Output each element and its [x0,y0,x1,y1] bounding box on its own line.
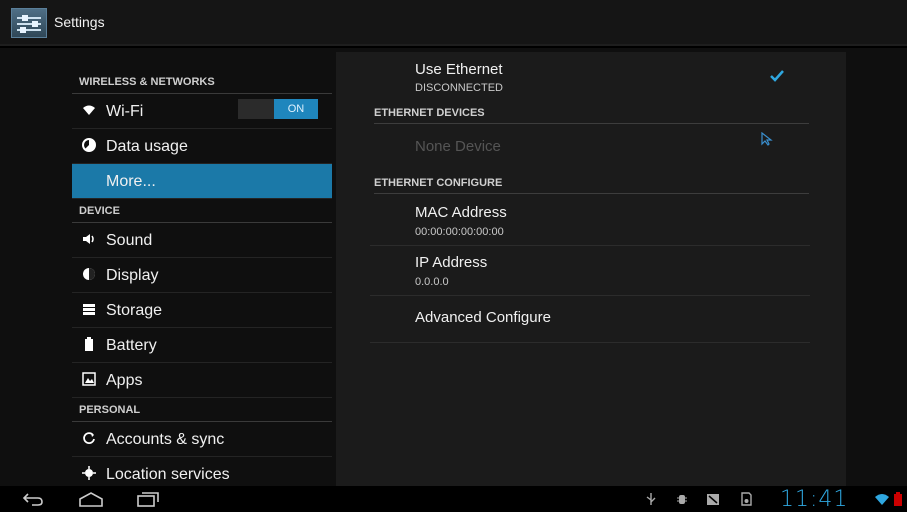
sidebar-item-sound[interactable]: Sound [72,223,332,258]
sidebar-item-label: Apps [106,372,143,389]
ethernet-configure-header: ETHERNET CONFIGURE [374,172,809,194]
sidebar-item-label: More... [106,173,156,190]
recent-apps-icon[interactable] [136,490,160,508]
wifi-toggle[interactable]: ON [238,99,318,119]
debug-icon [676,492,688,506]
sidebar-item-label: Accounts & sync [106,431,225,448]
wifi-icon [82,103,96,117]
none-device-label: None Device [415,138,501,155]
clock[interactable]: 11:41 [780,487,848,512]
back-icon[interactable] [22,490,44,508]
storage-icon [82,302,96,316]
sidebar-item-more[interactable]: More... [72,164,332,199]
sidebar-item-data-usage[interactable]: Data usage [72,129,332,164]
battery-status-icon [893,492,903,506]
system-navigation-bar: 11:41 [0,486,907,512]
advanced-configure-title: Advanced Configure [415,309,551,326]
use-ethernet-title: Use Ethernet [415,61,503,78]
section-header-device: DEVICE [72,199,332,223]
mac-address-row[interactable]: MAC Address 00:00:00:00:00:00 [336,196,846,244]
sound-icon [82,232,96,246]
section-header-personal: PERSONAL [72,398,332,422]
toggle-on-label: ON [274,99,318,119]
sidebar-item-label: Battery [106,337,157,354]
apps-icon [82,372,96,386]
ethernet-devices-header: ETHERNET DEVICES [374,102,809,124]
mac-address-value: 00:00:00:00:00:00 [415,226,504,238]
advanced-configure-row[interactable]: Advanced Configure [336,296,846,340]
notification-icon [707,492,719,506]
sd-card-icon [740,492,752,506]
app-title: Settings [54,14,105,30]
settings-app-icon[interactable] [11,8,47,38]
section-header-wireless: WIRELESS & NETWORKS [72,70,332,94]
sidebar-item-apps[interactable]: Apps [72,363,332,398]
sync-icon [82,431,96,445]
mouse-cursor-icon [761,131,773,146]
use-ethernet-status: DISCONNECTED [415,82,504,94]
main-content: WIRELESS & NETWORKS Wi-Fi ON Data usage … [0,48,907,492]
use-ethernet-row[interactable]: Use Ethernet DISCONNECTED [336,52,846,96]
sidebar-item-label: Storage [106,302,163,319]
ip-address-row[interactable]: IP Address 0.0.0.0 [336,246,846,294]
detail-pane: Use Ethernet DISCONNECTED ETHERNET DEVIC… [336,52,846,486]
sidebar-item-label: Sound [106,232,153,249]
data-usage-icon [82,138,96,152]
action-bar: Settings [0,0,907,46]
sidebar-item-label: Location services [106,466,230,483]
usb-icon [645,492,657,506]
sidebar-item-accounts-sync[interactable]: Accounts & sync [72,422,332,457]
ip-address-value: 0.0.0.0 [415,276,449,288]
ip-address-title: IP Address [415,254,488,271]
location-icon [82,466,96,480]
sidebar-item-label: Data usage [106,138,188,155]
home-icon[interactable] [78,490,104,508]
sidebar-item-label: Wi-Fi [106,103,144,120]
display-icon [82,267,96,281]
sidebar-item-display[interactable]: Display [72,258,332,293]
battery-icon [82,337,96,351]
sidebar-item-wifi[interactable]: Wi-Fi ON [72,94,332,129]
wifi-signal-icon [874,492,890,506]
use-ethernet-checkbox[interactable] [769,68,785,84]
sidebar-item-storage[interactable]: Storage [72,293,332,328]
mac-address-title: MAC Address [415,204,507,221]
sidebar-item-battery[interactable]: Battery [72,328,332,363]
settings-sidebar: WIRELESS & NETWORKS Wi-Fi ON Data usage … [72,48,332,492]
sidebar-item-label: Display [106,267,159,284]
divider [370,342,810,343]
